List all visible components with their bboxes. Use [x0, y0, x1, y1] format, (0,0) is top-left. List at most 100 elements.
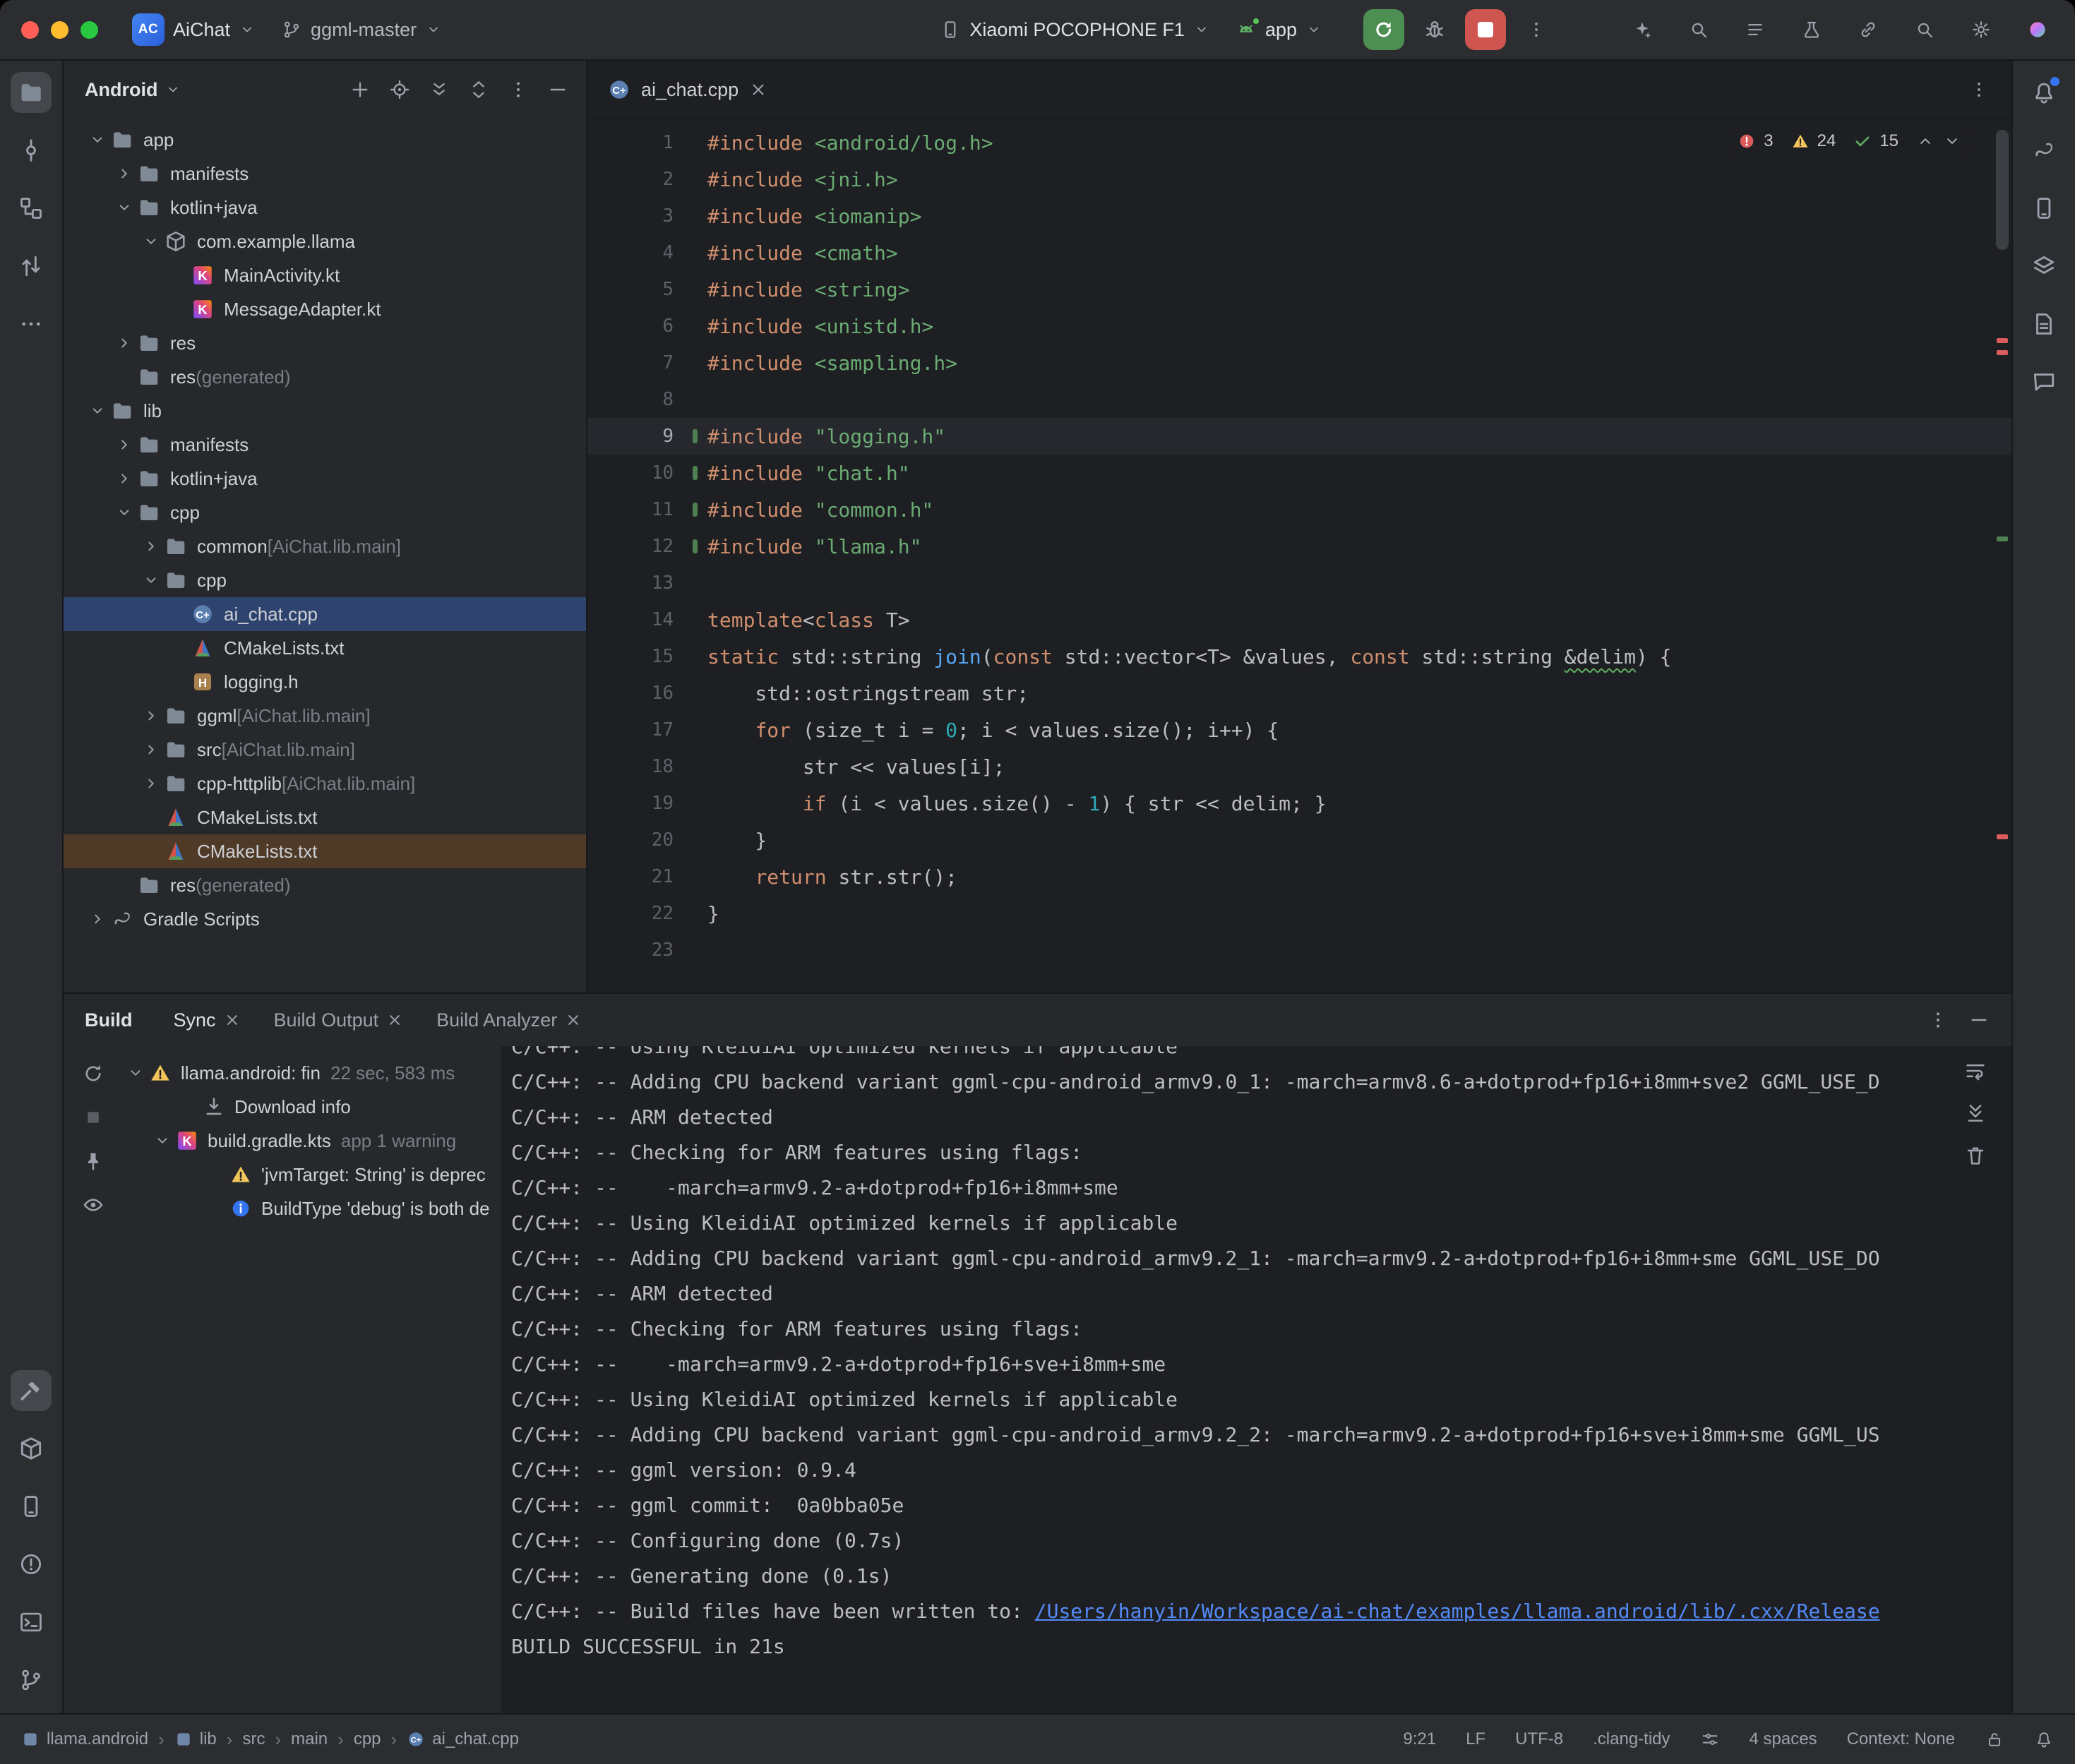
stop-build-icon[interactable] — [81, 1105, 105, 1129]
passed-indicator-icon[interactable] — [1853, 131, 1872, 151]
breadcrumb-item-cpp[interactable]: cpp — [354, 1729, 381, 1749]
build-console[interactable]: C/C++: -- Using KleidiAI optimized kerne… — [501, 1046, 2011, 1713]
chevron-down-icon[interactable] — [85, 400, 110, 422]
code-line-20[interactable]: 20 } — [587, 822, 2011, 858]
code-editor[interactable]: 1#include <android/log.h>2#include <jni.… — [587, 120, 2011, 992]
scroll-to-end-icon[interactable] — [1963, 1101, 1987, 1125]
app-quality-insights-tool-button[interactable] — [2023, 361, 2064, 402]
close-tab-icon[interactable] — [385, 1011, 404, 1029]
line-number[interactable]: 13 — [587, 572, 707, 594]
line-number[interactable]: 9 — [587, 426, 707, 447]
clang-tidy-widget[interactable]: .clang-tidy — [1593, 1729, 1670, 1749]
tree-item-cpp[interactable]: cpp — [64, 563, 586, 597]
chevron-right-icon[interactable] — [138, 772, 164, 795]
code-line-5[interactable]: 5#include <string> — [587, 271, 2011, 308]
view-options-icon[interactable] — [81, 1193, 105, 1217]
commit-tool-button[interactable] — [11, 130, 52, 171]
caret-position-widget[interactable]: 9:21 — [1403, 1729, 1436, 1749]
line-number[interactable]: 11 — [587, 499, 707, 520]
breadcrumb-item-ai-chat-cpp[interactable]: C+ai_chat.cpp — [407, 1729, 519, 1749]
previous-problem-icon[interactable] — [1915, 131, 1935, 151]
more-tool-windows-tool-button[interactable] — [11, 304, 52, 344]
resource-context-widget[interactable]: Context: None — [1847, 1729, 1955, 1749]
chevron-down-icon[interactable] — [112, 501, 137, 524]
editor-tab-ai-chat-cpp[interactable]: C+ ai_chat.cpp — [587, 61, 788, 119]
tree-item-kotlin-java[interactable]: kotlin+java — [64, 462, 586, 496]
encoding-widget[interactable]: UTF-8 — [1515, 1729, 1563, 1749]
chevron-down-icon[interactable] — [123, 1062, 148, 1084]
re-sync-icon[interactable] — [81, 1062, 105, 1086]
error-stripe-mark[interactable] — [1997, 834, 2008, 839]
line-number[interactable]: 12 — [587, 536, 707, 557]
indent-widget[interactable]: 4 spaces — [1750, 1729, 1817, 1749]
build-tab-build-analyzer[interactable]: Build Analyzer — [426, 1004, 592, 1037]
project-tool-button[interactable] — [11, 72, 52, 113]
line-number[interactable]: 19 — [587, 793, 707, 814]
code-line-11[interactable]: 11#include "common.h" — [587, 491, 2011, 528]
device-explorer-tool-button[interactable] — [11, 1486, 52, 1527]
warning-indicator-icon[interactable] — [1790, 131, 1810, 151]
device-selector[interactable]: Xiaomi POCOPHONE F1 — [927, 12, 1223, 48]
clear-all-icon[interactable] — [1963, 1144, 1987, 1168]
run-more-options-button[interactable] — [1516, 9, 1557, 50]
gradle-tool-button[interactable] — [2023, 130, 2064, 171]
chevron-right-icon[interactable] — [112, 433, 137, 456]
line-number[interactable]: 1 — [587, 132, 707, 153]
account-button[interactable] — [2020, 12, 2055, 47]
line-number[interactable]: 10 — [587, 462, 707, 484]
breadcrumb-item-main[interactable]: main — [291, 1729, 328, 1749]
dependencies-tool-button[interactable] — [11, 1428, 52, 1469]
tree-item-cpp[interactable]: cpp — [64, 496, 586, 529]
code-line-19[interactable]: 19 if (i < values.size() - 1) { str << d… — [587, 785, 2011, 822]
notifications-widget[interactable] — [2034, 1729, 2054, 1749]
error-stripe-mark[interactable] — [1997, 350, 2008, 355]
debug-button[interactable] — [1414, 9, 1455, 50]
hide-panel-icon[interactable] — [546, 78, 569, 101]
problems-tool-button[interactable] — [11, 1544, 52, 1585]
code-line-15[interactable]: 15static std::string join(const std::vec… — [587, 638, 2011, 675]
code-line-13[interactable]: 13 — [587, 565, 2011, 601]
chevron-down-icon[interactable] — [138, 230, 164, 253]
tree-item-gradle-scripts[interactable]: Gradle Scripts — [64, 902, 586, 936]
vcs-change-marker[interactable] — [693, 539, 698, 553]
build-tree-item-jvmtarget-string-is-deprec[interactable]: 'jvmTarget: String' is deprec — [123, 1158, 501, 1192]
settings-button[interactable] — [1963, 12, 1999, 47]
code-line-7[interactable]: 7#include <sampling.h> — [587, 344, 2011, 381]
code-with-me-button[interactable] — [1850, 12, 1886, 47]
chevron-right-icon[interactable] — [85, 908, 110, 930]
tree-item-common-aichat-lib-main[interactable]: common [AiChat.lib.main] — [64, 529, 586, 563]
tree-item-messageadapter-kt[interactable]: KMessageAdapter.kt — [64, 292, 586, 326]
code-line-16[interactable]: 16 std::ostringstream str; — [587, 675, 2011, 712]
tree-item-ggml-aichat-lib-main[interactable]: ggml [AiChat.lib.main] — [64, 699, 586, 733]
line-number[interactable]: 16 — [587, 683, 707, 704]
code-line-4[interactable]: 4#include <cmath> — [587, 234, 2011, 271]
code-line-9[interactable]: 9#include "logging.h" — [587, 418, 2011, 455]
code-line-12[interactable]: 12#include "llama.h" — [587, 528, 2011, 565]
close-tab-icon[interactable] — [748, 80, 768, 100]
line-number[interactable]: 3 — [587, 205, 707, 227]
ai-assistant-button[interactable] — [1625, 12, 1660, 47]
tree-item-res-generated[interactable]: res (generated) — [64, 868, 586, 902]
build-tab-build-output[interactable]: Build Output — [264, 1004, 414, 1037]
close-window-button[interactable] — [21, 21, 39, 39]
tree-item-cpp-httplib-aichat-lib-main[interactable]: cpp-httplib [AiChat.lib.main] — [64, 767, 586, 800]
editor-options-button[interactable] — [1963, 74, 1995, 105]
line-number[interactable]: 7 — [587, 352, 707, 373]
code-line-22[interactable]: 22} — [587, 895, 2011, 932]
chevron-right-icon[interactable] — [112, 162, 137, 185]
passed-count[interactable]: 15 — [1879, 131, 1898, 151]
code-line-8[interactable]: 8 — [587, 381, 2011, 418]
code-line-2[interactable]: 2#include <jni.h> — [587, 161, 2011, 198]
change-stripe-mark[interactable] — [1997, 536, 2008, 541]
build-tool-button[interactable] — [11, 1370, 52, 1411]
device-manager-tool-button[interactable] — [2023, 188, 2064, 229]
tree-item-manifests[interactable]: manifests — [64, 157, 586, 191]
zoom-window-button[interactable] — [80, 21, 98, 39]
chevron-down-icon[interactable] — [138, 569, 164, 592]
chevron-right-icon[interactable] — [138, 738, 164, 761]
tree-item-cmakelists-txt[interactable]: CMakeLists.txt — [64, 834, 586, 868]
collapse-all-icon[interactable] — [467, 78, 490, 101]
rerun-button[interactable] — [1363, 9, 1404, 50]
tree-item-manifests[interactable]: manifests — [64, 428, 586, 462]
line-number[interactable]: 14 — [587, 609, 707, 630]
